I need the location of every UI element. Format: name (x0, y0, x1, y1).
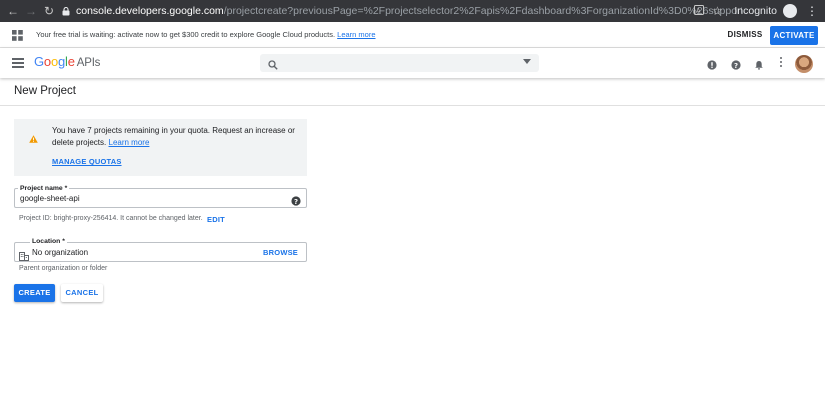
trial-learn-more-link[interactable]: Learn more (337, 30, 375, 39)
activate-button[interactable]: ACTIVATE (770, 26, 818, 45)
help-icon[interactable]: ? (731, 57, 741, 70)
forward-arrow-icon[interactable]: → (22, 4, 40, 18)
logo-letter: g (57, 54, 66, 69)
create-button[interactable]: CREATE (14, 284, 55, 302)
browse-button[interactable]: BROWSE (263, 248, 298, 257)
translate-icon[interactable]: A (690, 4, 708, 18)
support-icon[interactable] (707, 57, 717, 70)
quota-notice: You have 7 projects remaining in your qu… (14, 119, 307, 176)
svg-text:?: ? (294, 198, 298, 206)
more-vert-icon[interactable] (780, 57, 783, 68)
trial-text: Your free trial is waiting: activate now… (36, 30, 376, 39)
app-header: Google APIs ? (0, 48, 825, 78)
dropdown-caret-icon[interactable] (523, 59, 531, 64)
url-path: /projectcreate?previousPage=%2Fprojectse… (223, 5, 742, 17)
quota-message: You have 7 projects remaining in your qu… (52, 125, 297, 148)
location-value: No organization (32, 248, 89, 257)
google-apis-logo[interactable]: Google APIs (34, 54, 100, 69)
warning-icon (29, 130, 38, 148)
browser-toolbar: ← → ↻ console.developers.google.com/proj… (0, 0, 825, 22)
quota-text: You have 7 projects remaining in your qu… (52, 126, 295, 147)
svg-text:?: ? (734, 62, 738, 70)
organization-icon (19, 248, 29, 266)
location-hint: Parent organization or folder (19, 265, 108, 272)
notifications-icon[interactable] (754, 57, 764, 70)
location-label: Location * (30, 238, 67, 245)
back-arrow-icon[interactable]: ← (4, 4, 22, 18)
avatar[interactable] (795, 55, 813, 73)
logo-letter: e (67, 54, 75, 69)
project-name-value: google-sheet-api (20, 194, 80, 203)
quota-learn-more-link[interactable]: Learn more (109, 138, 150, 147)
address-bar[interactable]: console.developers.google.com/projectcre… (62, 2, 742, 20)
gift-icon (12, 28, 23, 46)
chrome-menu-icon[interactable]: ⋮ (805, 4, 819, 18)
reload-icon[interactable]: ↻ (40, 4, 58, 18)
trial-banner: Your free trial is waiting: activate now… (0, 22, 825, 48)
hamburger-menu-icon[interactable] (12, 58, 24, 71)
trial-message: Your free trial is waiting: activate now… (36, 30, 336, 39)
help-icon[interactable]: ? (291, 193, 301, 211)
logo-letter: o (43, 54, 51, 69)
logo-letter: G (34, 54, 44, 69)
title-divider (0, 105, 825, 106)
lock-icon (62, 7, 70, 16)
project-name-label: Project name * (18, 185, 70, 192)
incognito-label: Incognito (734, 5, 777, 17)
search-input[interactable] (260, 54, 539, 72)
manage-quotas-link[interactable]: MANAGE QUOTAS (52, 157, 122, 166)
search-icon (268, 57, 278, 75)
logo-suffix: APIs (76, 57, 101, 69)
logo-letter: o (50, 54, 58, 69)
incognito-icon[interactable] (783, 4, 797, 18)
url-host: console.developers.google.com (76, 5, 224, 17)
svg-text:A: A (697, 8, 702, 15)
page-title: New Project (14, 85, 76, 97)
project-name-field[interactable]: Project name * google-sheet-api ? (14, 185, 307, 211)
star-icon[interactable]: ☆ (708, 4, 726, 18)
project-id-hint: Project ID: bright-proxy-256414. It cann… (19, 215, 203, 222)
dismiss-button[interactable]: DISMISS (724, 26, 766, 44)
location-field[interactable]: Location * No organization BROWSE (14, 238, 307, 262)
cancel-button[interactable]: CANCEL (61, 284, 103, 302)
edit-project-id-button[interactable]: EDIT (207, 215, 225, 224)
